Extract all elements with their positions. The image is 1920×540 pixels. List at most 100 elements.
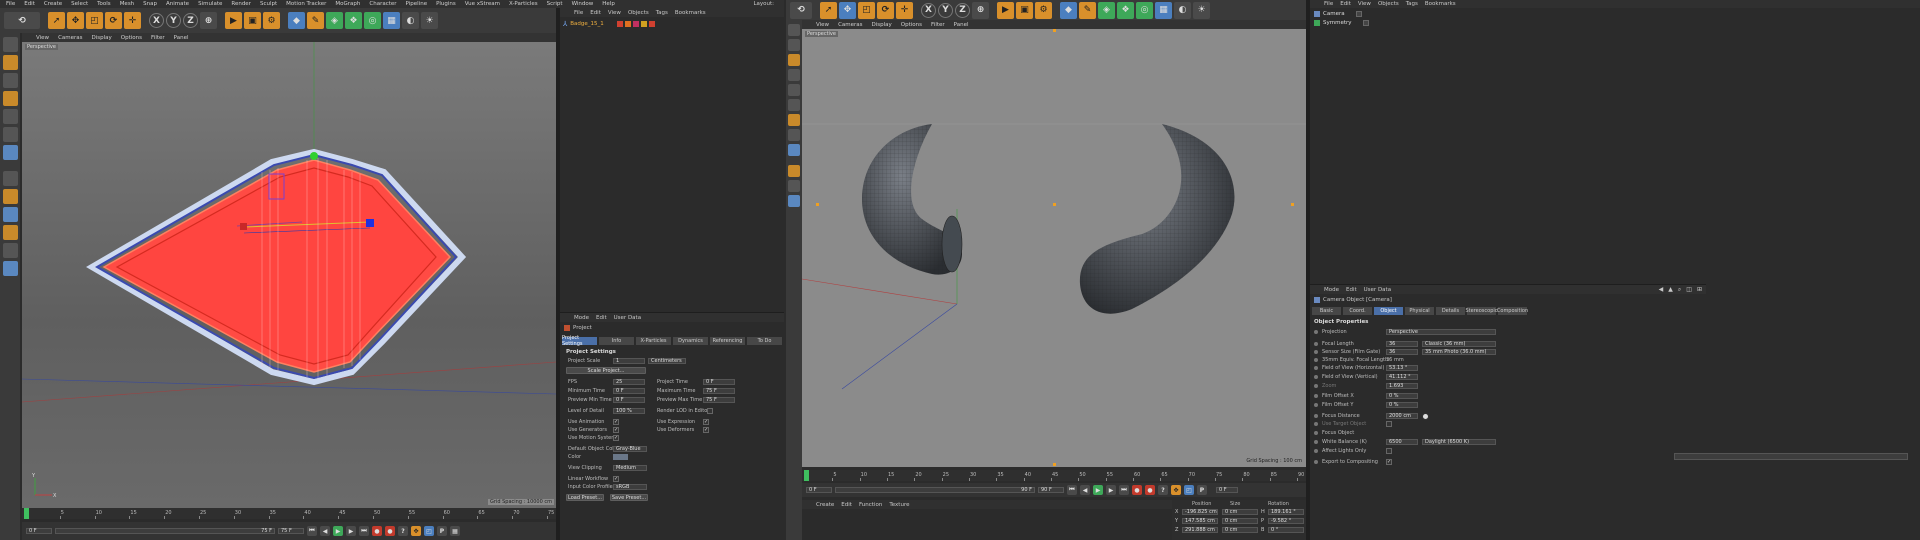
use-generators-checkbox[interactable]: ✓ [613, 427, 619, 433]
use-motion-system-checkbox[interactable]: ✓ [613, 435, 619, 441]
tab-dynamics[interactable]: Dynamics [673, 337, 709, 345]
tab-details[interactable]: Details [1436, 307, 1466, 315]
spline-pen-icon[interactable]: ✎ [1079, 1, 1096, 19]
tab-stereoscopic[interactable]: Stereoscopic [1465, 307, 1498, 315]
next-frame-icon[interactable]: ▶ [346, 526, 356, 536]
key-grid-icon[interactable]: ▦ [450, 526, 460, 536]
menu-mesh[interactable]: Mesh [120, 1, 134, 7]
z-axis-icon[interactable]: Z [955, 2, 970, 18]
menu-vue-xstream[interactable]: Vue xStream [465, 1, 500, 7]
cube-icon[interactable]: ◆ [1060, 1, 1077, 19]
visibility-dots-icon[interactable] [1362, 20, 1369, 26]
key-scale-icon[interactable]: ◰ [1184, 485, 1194, 495]
autokey-icon[interactable]: ● [1145, 485, 1155, 495]
viewport-menu-panel[interactable]: Panel [954, 22, 969, 28]
coord-position-field[interactable]: 147.585 cm [1182, 518, 1218, 524]
texture-mode-icon[interactable] [788, 54, 800, 66]
input-color-profile-select[interactable]: sRGB [613, 484, 647, 490]
om-menu-objects[interactable]: Objects [1378, 1, 1399, 7]
floor-icon[interactable]: ▦ [383, 12, 400, 29]
new-panel-icon[interactable]: ⊞ [1697, 286, 1702, 294]
wb-value-field[interactable]: 6500 [1386, 439, 1418, 445]
projection-value-field[interactable]: Perspective [1386, 329, 1496, 335]
project-scale-field[interactable]: 1 [613, 358, 645, 364]
use-animation-checkbox[interactable]: ✓ [613, 419, 619, 425]
affect-lights-checkbox[interactable] [1386, 448, 1392, 454]
live-select-icon[interactable]: ✛ [896, 1, 913, 19]
om-menu-objects[interactable]: Objects [628, 10, 649, 16]
camera-icon[interactable]: ◐ [402, 12, 419, 29]
locked-workplane-icon[interactable] [2, 243, 18, 258]
playhead-marker[interactable] [804, 470, 809, 481]
tab-x-particles[interactable]: X-Particles [636, 337, 672, 345]
tab-coord-[interactable]: Coord. [1343, 307, 1373, 315]
coord-size-field[interactable]: 0 cm [1222, 527, 1258, 533]
fps-field[interactable]: 25 [613, 379, 645, 385]
right-viewport[interactable]: Perspective Grid Spacing : 100 cm [802, 29, 1306, 467]
polygons-mode-icon[interactable] [788, 99, 800, 111]
mat-menu-texture[interactable]: Texture [889, 502, 909, 508]
make-editable-icon[interactable] [788, 24, 800, 36]
next-frame-icon[interactable]: ▶ [1106, 485, 1116, 495]
menu-x-particles[interactable]: X-Particles [509, 1, 538, 7]
y-axis-icon[interactable]: Y [166, 13, 181, 28]
coord-rotation-field[interactable]: -9.582 ° [1268, 518, 1304, 524]
frame-end-field[interactable]: 90 F [1038, 487, 1064, 493]
load-preset-button[interactable]: Load Preset... [566, 494, 604, 501]
sensor-value-field[interactable]: 36 [1386, 349, 1418, 355]
om-menu-file[interactable]: File [1324, 1, 1333, 7]
key-rotation-icon[interactable]: P [437, 526, 447, 536]
menu-edit[interactable]: Edit [24, 1, 35, 7]
zoom-value-field[interactable]: 1.693 [1386, 383, 1418, 389]
menu-select[interactable]: Select [71, 1, 88, 7]
lock-icon[interactable]: ◫ [1686, 286, 1692, 294]
record-icon[interactable]: ● [1132, 485, 1142, 495]
menu-animate[interactable]: Animate [166, 1, 189, 7]
mat-menu-function[interactable]: Function [859, 502, 882, 508]
prev-frame-icon[interactable]: ◀ [320, 526, 330, 536]
sensor-preset-field[interactable]: 35 mm Photo (36.0 mm) [1422, 349, 1496, 355]
tab-basic[interactable]: Basic [1312, 307, 1342, 315]
grid-icon[interactable] [788, 195, 800, 207]
render-picture-viewer-icon[interactable]: ▣ [1016, 1, 1033, 19]
goto-start-icon[interactable]: ⏮ [307, 526, 317, 536]
keyframe-selection-icon[interactable]: ? [398, 526, 408, 536]
am-menu-user-data[interactable]: User Data [1364, 287, 1391, 293]
object-row[interactable]: Camera [1314, 10, 1362, 18]
left-timeline[interactable]: 051015202530354045505560657075 [22, 508, 556, 519]
render-view-icon[interactable]: ▶ [997, 1, 1014, 19]
viewport-menu-panel[interactable]: Panel [174, 35, 189, 41]
preview-max-field[interactable]: 75 F [703, 397, 735, 403]
use-target-checkbox[interactable] [1386, 421, 1392, 427]
lod-field[interactable]: 100 % [613, 408, 645, 414]
menu-create[interactable]: Create [44, 1, 62, 7]
om-menu-tags[interactable]: Tags [1406, 1, 1418, 7]
object-row[interactable]: ⅄ Badge_15_1 [563, 20, 781, 28]
record-icon[interactable]: ● [372, 526, 382, 536]
coord-rotation-field[interactable]: 0 ° [1268, 527, 1304, 533]
menu-sculpt[interactable]: Sculpt [260, 1, 277, 7]
key-rotation-icon[interactable]: P [1197, 485, 1207, 495]
menu-render[interactable]: Render [231, 1, 251, 7]
select-arrow-icon[interactable]: ➚ [820, 1, 837, 19]
cube-icon[interactable]: ◆ [288, 12, 305, 29]
floor-icon[interactable]: ▦ [1155, 1, 1172, 19]
viewport-menu-options[interactable]: Options [901, 22, 922, 28]
edges-mode-icon[interactable] [2, 109, 18, 124]
use-expression-checkbox[interactable]: ✓ [703, 419, 709, 425]
viewport-menu-display[interactable]: Display [92, 35, 112, 41]
visibility-dots-icon[interactable] [1355, 11, 1362, 17]
menu-help[interactable]: Help [602, 1, 615, 7]
menu-window[interactable]: Window [572, 1, 594, 7]
axis-mode-icon[interactable] [788, 114, 800, 126]
texture-mode-icon[interactable] [2, 73, 18, 88]
menu-tools[interactable]: Tools [97, 1, 111, 7]
min-time-field[interactable]: 0 F [613, 388, 645, 394]
play-icon[interactable]: ▶ [333, 526, 343, 536]
tab-composition[interactable]: Composition [1497, 307, 1528, 315]
view-clipping-select[interactable]: Medium [613, 465, 647, 471]
model-mode-icon[interactable] [788, 39, 800, 51]
sculpt-icon[interactable] [788, 165, 800, 177]
default-color-select[interactable]: Gray-Blue [613, 446, 647, 452]
om-menu-bookmarks[interactable]: Bookmarks [1425, 1, 1456, 7]
